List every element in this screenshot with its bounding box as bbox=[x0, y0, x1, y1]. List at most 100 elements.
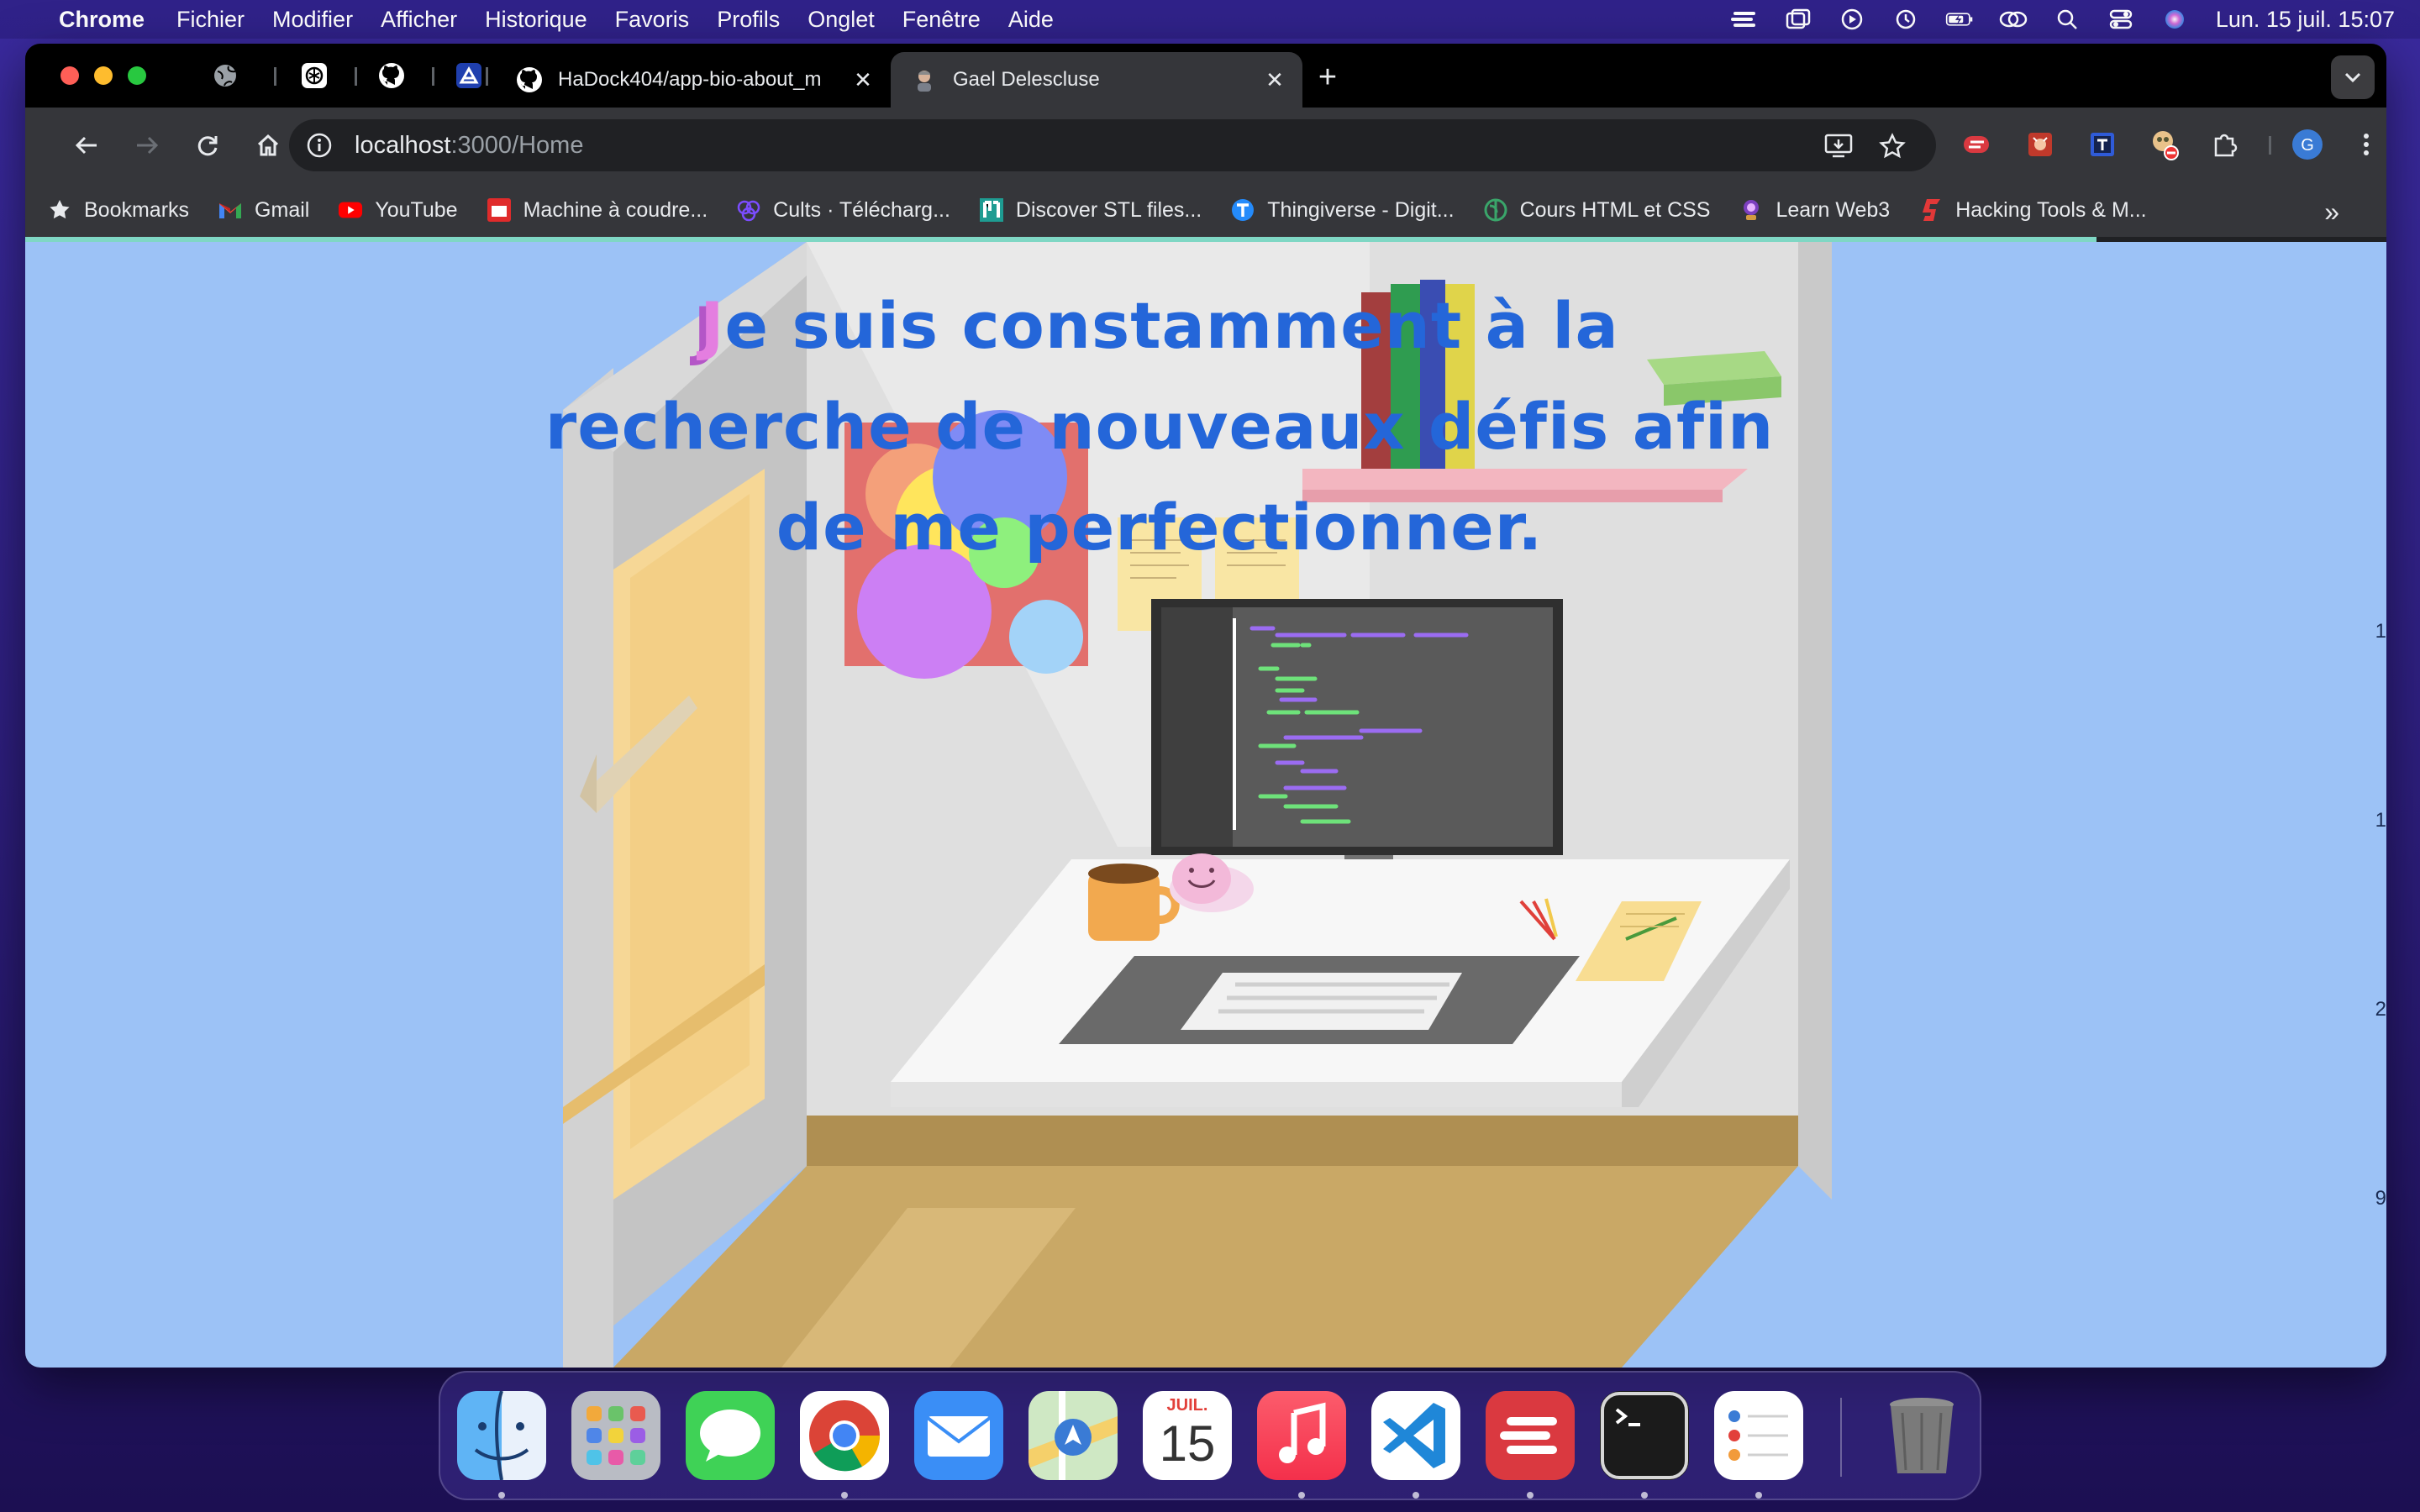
web3-icon bbox=[1739, 197, 1764, 223]
macos-dock: JUIL. 15 bbox=[439, 1371, 1981, 1500]
running-indicator bbox=[498, 1492, 505, 1499]
gmail-icon bbox=[218, 197, 243, 223]
window-switcher-icon[interactable] bbox=[1784, 8, 1812, 30]
edge-digit: 9 bbox=[2375, 1187, 2386, 1210]
install-app-icon[interactable] bbox=[1822, 129, 1855, 163]
dock-reminders-icon[interactable] bbox=[1714, 1391, 1803, 1480]
dock-trash-icon[interactable] bbox=[1877, 1391, 1966, 1480]
extension-t-icon[interactable] bbox=[2084, 126, 2121, 163]
bookmark-item[interactable]: Thingiverse - Digit... bbox=[1230, 197, 1455, 223]
tab-close-icon[interactable]: ✕ bbox=[1262, 67, 1287, 92]
pinned-tab-globe-icon[interactable] bbox=[212, 62, 239, 89]
bookmark-item[interactable]: Bookmarks bbox=[47, 197, 189, 223]
play-circle-icon[interactable] bbox=[1838, 8, 1866, 30]
menu-modifier[interactable]: Modifier bbox=[272, 7, 353, 33]
pinned-tab-github-icon[interactable] bbox=[378, 62, 405, 89]
tab-github-repo[interactable]: HaDock404/app-bio-about_m ✕ bbox=[496, 52, 891, 108]
url-path: :3000/Home bbox=[450, 131, 584, 159]
dock-maps-icon[interactable] bbox=[1028, 1391, 1118, 1480]
window-minimize-button[interactable] bbox=[94, 66, 113, 85]
bookmark-item[interactable]: YouTube bbox=[338, 197, 458, 223]
tab-gael-delescluse[interactable]: Gael Delescluse ✕ bbox=[891, 52, 1302, 108]
bookmarks-overflow-chevron-icon[interactable]: » bbox=[2324, 197, 2339, 228]
pinned-tab-arc-icon[interactable] bbox=[455, 62, 482, 89]
bookmark-item[interactable]: Learn Web3 bbox=[1739, 197, 1890, 223]
bookmark-item[interactable]: Cults · Télécharg... bbox=[736, 197, 950, 223]
menu-historique[interactable]: Historique bbox=[485, 7, 587, 33]
running-indicator bbox=[841, 1492, 848, 1499]
bookmark-item[interactable]: Machine à coudre... bbox=[487, 197, 708, 223]
menubar-clock[interactable]: Lun. 15 juil. 15:07 bbox=[2216, 7, 2395, 33]
tab-strip: HaDock404/app-bio-about_m ✕ Gael Delescl… bbox=[25, 44, 2386, 108]
edge-digit: 1 bbox=[2375, 809, 2386, 832]
github-favicon-icon bbox=[516, 66, 543, 93]
tab-separator bbox=[432, 67, 434, 86]
control-center-icon[interactable] bbox=[2107, 8, 2135, 30]
page-viewport: Je suis constamment à la recherche de no… bbox=[25, 242, 2386, 1368]
menu-aide[interactable]: Aide bbox=[1008, 7, 1054, 33]
spotlight-search-icon[interactable] bbox=[2053, 8, 2081, 30]
tab-search-button[interactable] bbox=[2331, 55, 2375, 99]
menu-app-name[interactable]: Chrome bbox=[59, 7, 145, 33]
dock-vscode-icon[interactable] bbox=[1371, 1391, 1460, 1480]
new-tab-button[interactable]: + bbox=[1311, 60, 1344, 95]
bookmark-star-icon[interactable] bbox=[1876, 129, 1909, 163]
back-arrow-icon[interactable] bbox=[67, 126, 106, 165]
dock-mail-icon[interactable] bbox=[914, 1391, 1003, 1480]
tab-separator bbox=[274, 67, 276, 86]
dock-music-icon[interactable] bbox=[1257, 1391, 1346, 1480]
menubar-status-area: Lun. 15 juil. 15:07 bbox=[1705, 0, 2395, 39]
running-indicator bbox=[1641, 1492, 1648, 1499]
menu-onglet[interactable]: Onglet bbox=[808, 7, 875, 33]
star-icon bbox=[47, 197, 72, 223]
address-bar[interactable]: localhost :3000/Home bbox=[289, 119, 1936, 171]
running-indicator bbox=[1413, 1492, 1419, 1499]
dock-messages-icon[interactable] bbox=[686, 1391, 775, 1480]
dock-calendar-icon[interactable]: JUIL. 15 bbox=[1143, 1391, 1232, 1480]
extension-red-icon[interactable] bbox=[2022, 126, 2059, 163]
siri-icon[interactable] bbox=[2160, 8, 2189, 30]
tab-title: HaDock404/app-bio-about_m bbox=[558, 68, 822, 91]
reload-icon[interactable] bbox=[188, 126, 227, 165]
browser-toolbar: localhost :3000/Home G bbox=[25, 108, 2386, 183]
menu-fenetre[interactable]: Fenêtre bbox=[902, 7, 981, 33]
expressvpn-status-icon[interactable] bbox=[1730, 8, 1759, 30]
tab-close-icon[interactable]: ✕ bbox=[850, 67, 876, 92]
bookmark-item[interactable]: Gmail bbox=[218, 197, 309, 223]
dock-separator bbox=[1840, 1398, 1842, 1477]
dock-expressvpn-icon[interactable] bbox=[1486, 1391, 1575, 1480]
forward-arrow-icon[interactable] bbox=[128, 126, 166, 165]
menu-favoris[interactable]: Favoris bbox=[615, 7, 690, 33]
edge-digit: 2 bbox=[2375, 998, 2386, 1021]
headline-text: e suis constamment à la recherche de nou… bbox=[544, 288, 1775, 564]
url-host: localhost bbox=[355, 131, 451, 159]
menu-profils[interactable]: Profils bbox=[717, 7, 780, 33]
dock-finder-icon[interactable] bbox=[457, 1391, 546, 1480]
extensions-puzzle-icon[interactable] bbox=[2207, 126, 2244, 163]
macos-menu-bar: Chrome Fichier Modifier Afficher Histori… bbox=[0, 0, 2420, 39]
youtube-icon bbox=[338, 197, 363, 223]
menu-afficher[interactable]: Afficher bbox=[381, 7, 457, 33]
extension-blocker-icon[interactable] bbox=[2146, 126, 2183, 163]
dock-terminal-icon[interactable] bbox=[1600, 1391, 1689, 1480]
profile-avatar[interactable]: G bbox=[2289, 126, 2326, 163]
battery-icon[interactable] bbox=[1945, 8, 1974, 30]
site-info-icon[interactable] bbox=[302, 129, 336, 162]
avatar-favicon-icon bbox=[911, 66, 938, 93]
home-icon[interactable] bbox=[249, 126, 287, 165]
bookmark-item[interactable]: Cours HTML et CSS bbox=[1483, 197, 1710, 223]
expressvpn-extension-icon[interactable] bbox=[1958, 126, 1995, 163]
kebab-menu-icon[interactable] bbox=[2348, 126, 2385, 163]
toolbar-separator bbox=[2269, 136, 2271, 155]
window-close-button[interactable] bbox=[60, 66, 79, 85]
menu-fichier[interactable]: Fichier bbox=[176, 7, 245, 33]
bookmark-item[interactable]: Discover STL files... bbox=[979, 197, 1202, 223]
time-machine-icon[interactable] bbox=[1891, 8, 1920, 30]
screen-mirroring-icon[interactable] bbox=[1999, 8, 2028, 30]
dock-chrome-icon[interactable] bbox=[800, 1391, 889, 1480]
pinned-tab-chatgpt-icon[interactable] bbox=[301, 62, 328, 89]
thingiverse-icon bbox=[1230, 197, 1255, 223]
bookmark-item[interactable]: Hacking Tools & M... bbox=[1918, 197, 2147, 223]
window-zoom-button[interactable] bbox=[128, 66, 146, 85]
dock-launchpad-icon[interactable] bbox=[571, 1391, 660, 1480]
